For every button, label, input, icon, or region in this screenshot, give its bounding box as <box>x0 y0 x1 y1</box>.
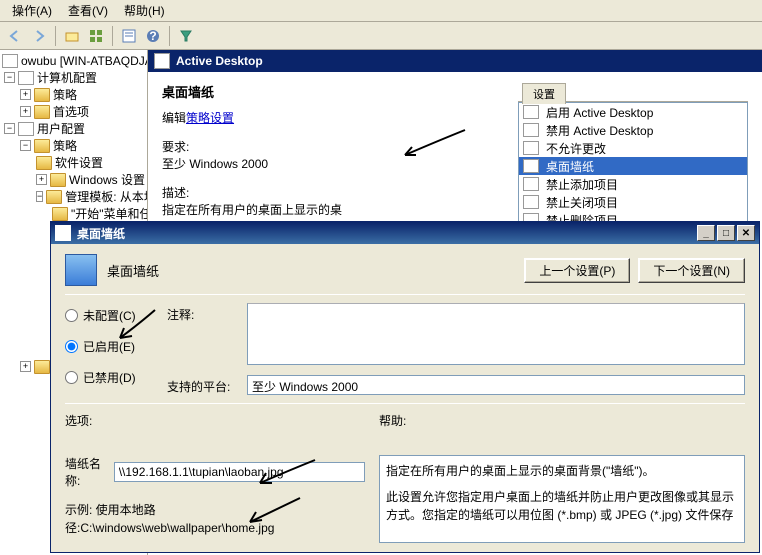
collapse-icon[interactable]: − <box>36 191 43 202</box>
comment-textarea[interactable] <box>247 303 745 365</box>
list-item[interactable]: 禁止关闭项目 <box>519 193 747 211</box>
folder-icon <box>46 190 62 204</box>
filter-icon[interactable] <box>175 25 197 47</box>
dialog-icon <box>55 225 71 241</box>
divider <box>65 294 745 295</box>
prev-setting-button[interactable]: 上一个设置(P) <box>524 258 630 283</box>
policy-icon <box>523 177 539 191</box>
wallpaper-name-label: 墙纸名称: <box>65 455 108 489</box>
policy-icon <box>523 141 539 155</box>
forward-icon[interactable] <box>28 25 50 47</box>
wallpaper-dialog: 桌面墙纸 _ □ ✕ 桌面墙纸 上一个设置(P) 下一个设置(N) 未配置(C)… <box>50 221 760 553</box>
folder-icon[interactable] <box>61 25 83 47</box>
wallpaper-name-input[interactable] <box>114 462 365 482</box>
menu-action[interactable]: 操作(A) <box>4 0 60 22</box>
separator <box>55 26 56 46</box>
dialog-titlebar[interactable]: 桌面墙纸 _ □ ✕ <box>51 222 759 244</box>
next-setting-button[interactable]: 下一个设置(N) <box>638 258 745 283</box>
policy-icon <box>523 123 539 137</box>
folder-icon <box>34 360 50 374</box>
folder-icon <box>50 173 66 187</box>
policy-settings-link[interactable]: 策略设置 <box>186 111 234 125</box>
dialog-hero-icon <box>65 254 97 286</box>
minimize-button[interactable]: _ <box>697 225 715 241</box>
props-icon[interactable] <box>118 25 140 47</box>
svg-text:?: ? <box>149 29 156 43</box>
separator <box>169 26 170 46</box>
options-label: 选项: <box>65 412 365 429</box>
menu-bar: 操作(A) 查看(V) 帮助(H) <box>0 0 762 22</box>
tree-item[interactable]: −计算机配置 <box>0 69 147 86</box>
tree-item[interactable]: 软件设置 <box>0 154 147 171</box>
folder-icon <box>36 156 52 170</box>
expand-icon[interactable]: + <box>20 106 31 117</box>
folder-icon <box>34 88 50 102</box>
req-label: 要求: <box>162 138 498 155</box>
tree-item[interactable]: +首选项 <box>0 103 147 120</box>
expand-icon[interactable]: + <box>20 89 31 100</box>
content-title: Active Desktop <box>176 54 263 68</box>
collapse-icon[interactable]: − <box>4 72 15 83</box>
collapse-icon[interactable]: − <box>4 123 15 134</box>
folder-icon <box>34 139 50 153</box>
tree-item[interactable]: −用户配置 <box>0 120 147 137</box>
example-text: 示例: 使用本地路径:C:\windows\web\wallpaper\home… <box>65 501 365 537</box>
policy-icon <box>523 105 539 119</box>
policy-icon <box>523 195 539 209</box>
tree-item[interactable]: "开始"菜单和任 <box>0 205 147 222</box>
list-item-selected[interactable]: 桌面墙纸 <box>519 157 747 175</box>
comment-label: 注释: <box>167 303 237 323</box>
edit-label: 编辑 <box>162 111 186 125</box>
radio-enabled[interactable]: 已启用(E) <box>65 338 155 355</box>
help-textbox[interactable]: 指定在所有用户的桌面上显示的桌面背景("墙纸")。 此设置允许您指定用户桌面上的… <box>379 455 745 543</box>
toolbar: ? <box>0 22 762 50</box>
list-item[interactable]: 禁止添加项目 <box>519 175 747 193</box>
radio-disabled[interactable]: 已禁用(D) <box>65 369 155 386</box>
panel-icon <box>154 53 170 69</box>
dialog-heading: 桌面墙纸 <box>107 261 159 280</box>
folder-icon <box>34 105 50 119</box>
scroll-icon <box>2 54 18 68</box>
separator <box>112 26 113 46</box>
list-item[interactable]: 不允许更改 <box>519 139 747 157</box>
scroll-icon <box>18 71 34 85</box>
menu-view[interactable]: 查看(V) <box>60 0 116 22</box>
expand-icon[interactable]: + <box>36 174 47 185</box>
desc-label: 描述: <box>162 184 498 201</box>
divider <box>65 403 745 404</box>
scroll-icon <box>18 122 34 136</box>
help-label: 帮助: <box>379 412 745 429</box>
policy-heading: 桌面墙纸 <box>162 82 498 101</box>
tree-item[interactable]: −策略 <box>0 137 147 154</box>
policy-icon <box>523 159 539 173</box>
tab-settings[interactable]: 设置 <box>522 83 566 104</box>
collapse-icon[interactable]: − <box>20 140 31 151</box>
help-icon[interactable]: ? <box>142 25 164 47</box>
radio-not-configured[interactable]: 未配置(C) <box>65 307 155 324</box>
list-item[interactable]: 启用 Active Desktop <box>519 103 747 121</box>
platform-label: 支持的平台: <box>167 375 237 395</box>
maximize-button[interactable]: □ <box>717 225 735 241</box>
tree-item[interactable]: −管理模板: 从本地计 <box>0 188 147 205</box>
tree-item[interactable]: +Windows 设置 <box>0 171 147 188</box>
close-button[interactable]: ✕ <box>737 225 755 241</box>
tree-item[interactable]: +策略 <box>0 86 147 103</box>
expand-icon[interactable]: + <box>20 361 31 372</box>
back-icon[interactable] <box>4 25 26 47</box>
tree-root[interactable]: owubu [WIN-ATBAQDJA2IL.BE <box>0 52 147 69</box>
desc-value: 指定在所有用户的桌面上显示的桌 <box>162 201 498 218</box>
list-item[interactable]: 禁用 Active Desktop <box>519 121 747 139</box>
dialog-title: 桌面墙纸 <box>77 225 125 242</box>
view-icon[interactable] <box>85 25 107 47</box>
platform-field: 至少 Windows 2000 <box>247 375 745 395</box>
menu-help[interactable]: 帮助(H) <box>116 0 173 22</box>
folder-icon <box>52 207 68 221</box>
content-header: Active Desktop <box>148 50 762 72</box>
req-value: 至少 Windows 2000 <box>162 155 498 172</box>
